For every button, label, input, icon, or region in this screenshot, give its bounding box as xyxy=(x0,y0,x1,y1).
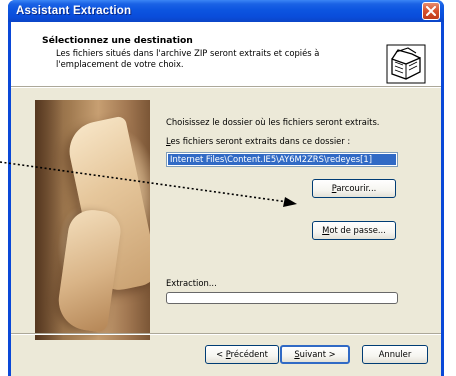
header-description: Les fichiers situés dans l'archive ZIP s… xyxy=(56,48,320,69)
header-title: Sélectionnez une destination xyxy=(42,35,193,46)
extraction-progress-bar xyxy=(166,292,398,304)
footer-divider-highlight xyxy=(11,334,441,335)
next-button[interactable]: Suivant > xyxy=(280,345,350,364)
browse-button[interactable]: Parcourir... xyxy=(312,179,396,198)
password-button[interactable]: Mot de passe... xyxy=(312,221,396,240)
destination-path-input[interactable]: Internet Files\Content.IE5\AY6M2ZRS\rede… xyxy=(166,152,398,167)
previous-button-prefix: < xyxy=(216,349,226,359)
extraction-label: Extraction... xyxy=(166,278,217,288)
destination-path-value: Internet Files\Content.IE5\AY6M2ZRS\rede… xyxy=(168,154,396,165)
browse-button-label: arcourir... xyxy=(336,183,377,193)
destination-label-text: es fichiers seront extraits dans ce doss… xyxy=(170,136,351,146)
extraction-wizard-picture xyxy=(35,100,150,340)
header-divider-highlight xyxy=(11,87,441,88)
close-button[interactable] xyxy=(422,2,440,20)
previous-button[interactable]: < Précédent xyxy=(205,345,279,364)
annotation-arrow xyxy=(0,161,297,207)
zip-folder-icon xyxy=(386,44,426,84)
destination-label: Les fichiers seront extraits dans ce dos… xyxy=(166,136,350,146)
previous-button-label: récédent xyxy=(230,349,268,359)
choose-folder-text: Choisissez le dossier où les fichiers se… xyxy=(166,117,380,127)
cancel-button[interactable]: Annuler xyxy=(362,345,428,364)
next-button-label: uivant > xyxy=(299,349,336,359)
picture-fold-lower xyxy=(54,206,124,334)
password-button-label: ot de passe... xyxy=(329,225,386,235)
close-icon xyxy=(426,6,436,16)
window-title: Assistant Extraction xyxy=(16,5,132,17)
